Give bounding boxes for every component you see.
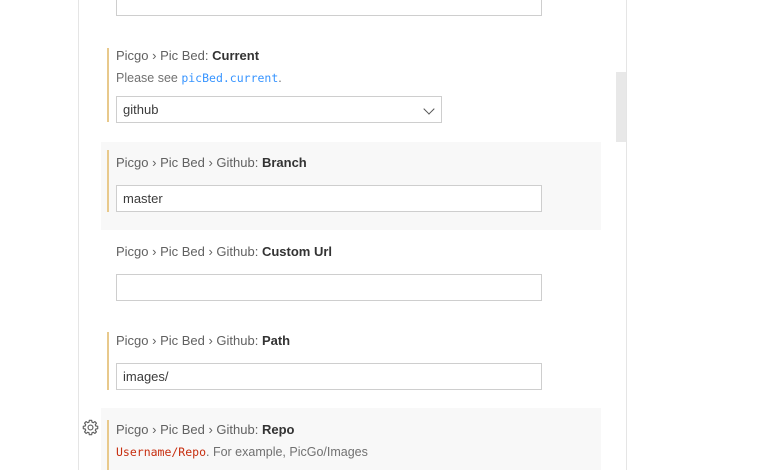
select-value: github bbox=[123, 102, 159, 117]
gear-icon[interactable] bbox=[82, 419, 99, 436]
description-text-after: . bbox=[278, 71, 282, 85]
setting-name: Repo bbox=[261, 422, 295, 437]
path-input[interactable]: images/ bbox=[116, 363, 542, 390]
setting-category: Picgo › Pic Bed: bbox=[116, 48, 213, 63]
setting-name: Custom Url bbox=[261, 244, 333, 259]
setting-title: Picgo › Pic Bed: Current bbox=[116, 48, 259, 63]
modified-indicator bbox=[107, 150, 109, 212]
custom-url-input[interactable] bbox=[116, 274, 542, 301]
setting-name: Branch bbox=[261, 155, 307, 170]
setting-repo: Picgo › Pic Bed › Github: Repo Username/… bbox=[101, 408, 601, 470]
setting-category: Picgo › Pic Bed › Github: bbox=[116, 244, 262, 259]
previous-setting-input[interactable] bbox=[116, 0, 542, 16]
setting-description: Username/Repo. For example, PicGo/Images bbox=[116, 445, 368, 459]
scrollbar-thumb[interactable] bbox=[616, 72, 626, 142]
setting-custom-url: Picgo › Pic Bed › Github: Custom Url bbox=[101, 231, 601, 319]
setting-current: Picgo › Pic Bed: Current Please see picB… bbox=[101, 40, 601, 130]
setting-description: Please see picBed.current. bbox=[116, 71, 282, 85]
input-value: master bbox=[123, 191, 163, 206]
modified-indicator bbox=[107, 48, 109, 122]
setting-title: Picgo › Pic Bed › Github: Repo bbox=[116, 422, 294, 437]
setting-link[interactable]: picBed.current bbox=[181, 71, 278, 85]
modified-indicator bbox=[107, 332, 109, 390]
setting-name: Current bbox=[212, 48, 260, 63]
description-text: . For example, PicGo/Images bbox=[206, 445, 368, 459]
setting-category: Picgo › Pic Bed › Github: bbox=[116, 422, 262, 437]
setting-category: Picgo › Pic Bed › Github: bbox=[116, 155, 262, 170]
chevron-down-icon bbox=[423, 103, 435, 115]
branch-input[interactable]: master bbox=[116, 185, 542, 212]
current-picbed-select[interactable]: github bbox=[116, 96, 442, 123]
setting-path: Picgo › Pic Bed › Github: Path images/ bbox=[101, 320, 601, 408]
modified-indicator bbox=[107, 420, 109, 470]
setting-name: Path bbox=[261, 333, 291, 348]
description-code: Username/Repo bbox=[116, 445, 207, 459]
setting-title: Picgo › Pic Bed › Github: Branch bbox=[116, 155, 307, 170]
setting-category: Picgo › Pic Bed › Github: bbox=[116, 333, 262, 348]
description-text: Please see bbox=[116, 71, 182, 85]
setting-branch: Picgo › Pic Bed › Github: Branch master bbox=[101, 142, 601, 230]
setting-title: Picgo › Pic Bed › Github: Path bbox=[116, 333, 290, 348]
setting-title: Picgo › Pic Bed › Github: Custom Url bbox=[116, 244, 332, 259]
input-value: images/ bbox=[123, 369, 169, 384]
